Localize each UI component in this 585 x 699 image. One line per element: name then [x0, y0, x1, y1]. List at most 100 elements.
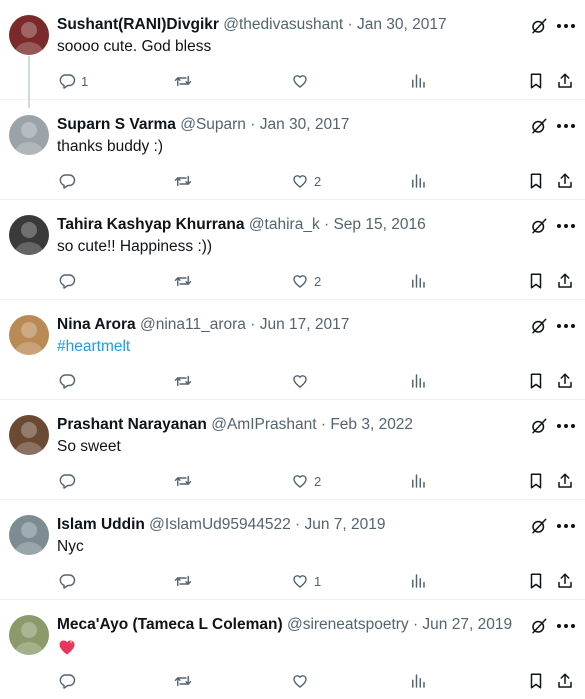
more-icon[interactable] [556, 417, 576, 435]
views-button[interactable] [409, 671, 427, 691]
display-name[interactable]: Suparn S Varma [57, 116, 176, 133]
views-button[interactable] [409, 71, 427, 91]
like-button[interactable] [291, 71, 314, 91]
handle-and-date[interactable]: @tahira_k · Sep 15, 2016 [249, 216, 426, 233]
grok-icon[interactable] [530, 117, 548, 135]
reply-button[interactable] [58, 471, 81, 491]
like-icon [291, 272, 309, 290]
share-button[interactable] [556, 71, 574, 91]
handle-and-date[interactable]: @AmIPrashant · Feb 3, 2022 [211, 416, 413, 433]
handle-and-date[interactable]: @Suparn · Jan 30, 2017 [180, 116, 349, 133]
more-icon[interactable] [556, 617, 576, 635]
share-button[interactable] [556, 271, 574, 291]
grok-icon[interactable] [530, 417, 548, 435]
reply-tweet[interactable]: Islam Uddin @IslamUd95944522 · Jun 7, 20… [0, 500, 585, 600]
display-name[interactable]: Nina Arora [57, 316, 136, 333]
reply-tweet[interactable]: Nina Arora @nina11_arora · Jun 17, 2017 #… [0, 300, 585, 400]
views-button[interactable] [409, 371, 427, 391]
avatar[interactable] [9, 115, 49, 155]
views-icon [409, 572, 427, 590]
bookmark-button[interactable] [527, 671, 545, 691]
bookmark-icon [527, 572, 545, 590]
like-button[interactable]: 2 [291, 271, 321, 291]
reply-tweet[interactable]: Sushant(RANI)Divgikr @thedivasushant · J… [0, 0, 585, 108]
avatar[interactable] [9, 215, 49, 255]
reply-button[interactable] [58, 371, 81, 391]
handle-and-date[interactable]: @sireneatspoetry · Jun 27, 2019 [287, 616, 512, 633]
handle-and-date[interactable]: @IslamUd95944522 · Jun 7, 2019 [149, 516, 385, 533]
tweet-text: soooo cute. God bless [57, 38, 212, 55]
grok-icon[interactable] [530, 517, 548, 535]
avatar[interactable] [9, 15, 49, 55]
tweet-text [57, 637, 77, 663]
share-button[interactable] [556, 371, 574, 391]
share-button[interactable] [556, 671, 574, 691]
bookmark-button[interactable] [527, 71, 545, 91]
reply-button[interactable] [58, 271, 81, 291]
views-button[interactable] [409, 271, 427, 291]
repost-button[interactable] [174, 171, 197, 191]
bookmark-button[interactable] [527, 171, 545, 191]
grok-icon[interactable] [530, 317, 548, 335]
share-icon [556, 572, 574, 590]
bookmark-button[interactable] [527, 471, 545, 491]
like-icon [291, 572, 309, 590]
bookmark-button[interactable] [527, 271, 545, 291]
handle-and-date[interactable]: @thedivasushant · Jan 30, 2017 [223, 16, 446, 33]
bookmark-button[interactable] [527, 371, 545, 391]
share-button[interactable] [556, 571, 574, 591]
reply-tweet[interactable]: Meca'Ayo (Tameca L Coleman) @sireneatspo… [0, 600, 585, 699]
reply-button[interactable] [58, 571, 81, 591]
display-name[interactable]: Meca'Ayo (Tameca L Coleman) [57, 616, 283, 633]
display-name[interactable]: Prashant Narayanan [57, 416, 207, 433]
avatar[interactable] [9, 415, 49, 455]
reply-tweet[interactable]: Suparn S Varma @Suparn · Jan 30, 2017 tha… [0, 100, 585, 200]
like-button[interactable]: 2 [291, 171, 321, 191]
views-button[interactable] [409, 471, 427, 491]
reply-icon [58, 172, 76, 190]
more-icon[interactable] [556, 117, 576, 135]
reply-button[interactable] [58, 171, 81, 191]
repost-button[interactable] [174, 571, 197, 591]
repost-button[interactable] [174, 371, 197, 391]
reply-tweet[interactable]: Tahira Kashyap Khurrana @tahira_k · Sep … [0, 200, 585, 300]
views-icon [409, 272, 427, 290]
repost-button[interactable] [174, 271, 197, 291]
bookmark-icon [527, 472, 545, 490]
reply-tweet[interactable]: Prashant Narayanan @AmIPrashant · Feb 3,… [0, 400, 585, 500]
repost-button[interactable] [174, 471, 197, 491]
share-button[interactable] [556, 171, 574, 191]
display-name[interactable]: Tahira Kashyap Khurrana [57, 216, 245, 233]
grok-icon[interactable] [530, 217, 548, 235]
like-button[interactable] [291, 371, 314, 391]
more-icon[interactable] [556, 517, 576, 535]
reply-button[interactable]: 1 [58, 71, 88, 91]
avatar[interactable] [9, 515, 49, 555]
reply-icon [58, 472, 76, 490]
hashtag-link[interactable]: #heartmelt [57, 337, 130, 357]
more-icon[interactable] [556, 217, 576, 235]
more-icon[interactable] [556, 17, 576, 35]
repost-button[interactable] [174, 71, 197, 91]
like-button[interactable]: 2 [291, 471, 321, 491]
handle-and-date[interactable]: @nina11_arora · Jun 17, 2017 [140, 316, 349, 333]
views-icon [409, 172, 427, 190]
like-button[interactable]: 1 [291, 571, 321, 591]
grok-icon[interactable] [530, 617, 548, 635]
repost-button[interactable] [174, 671, 197, 691]
share-button[interactable] [556, 471, 574, 491]
more-icon[interactable] [556, 317, 576, 335]
reply-icon [58, 572, 76, 590]
avatar[interactable] [9, 315, 49, 355]
bookmark-button[interactable] [527, 571, 545, 591]
display-name[interactable]: Islam Uddin [57, 516, 145, 533]
views-button[interactable] [409, 171, 427, 191]
tweet-header: Prashant Narayanan @AmIPrashant · Feb 3,… [57, 414, 515, 436]
views-button[interactable] [409, 571, 427, 591]
grok-icon[interactable] [530, 17, 548, 35]
display-name[interactable]: Sushant(RANI)Divgikr [57, 16, 219, 33]
like-button[interactable] [291, 671, 314, 691]
tweet-text: So sweet [57, 438, 121, 455]
avatar[interactable] [9, 615, 49, 655]
reply-button[interactable] [58, 671, 81, 691]
